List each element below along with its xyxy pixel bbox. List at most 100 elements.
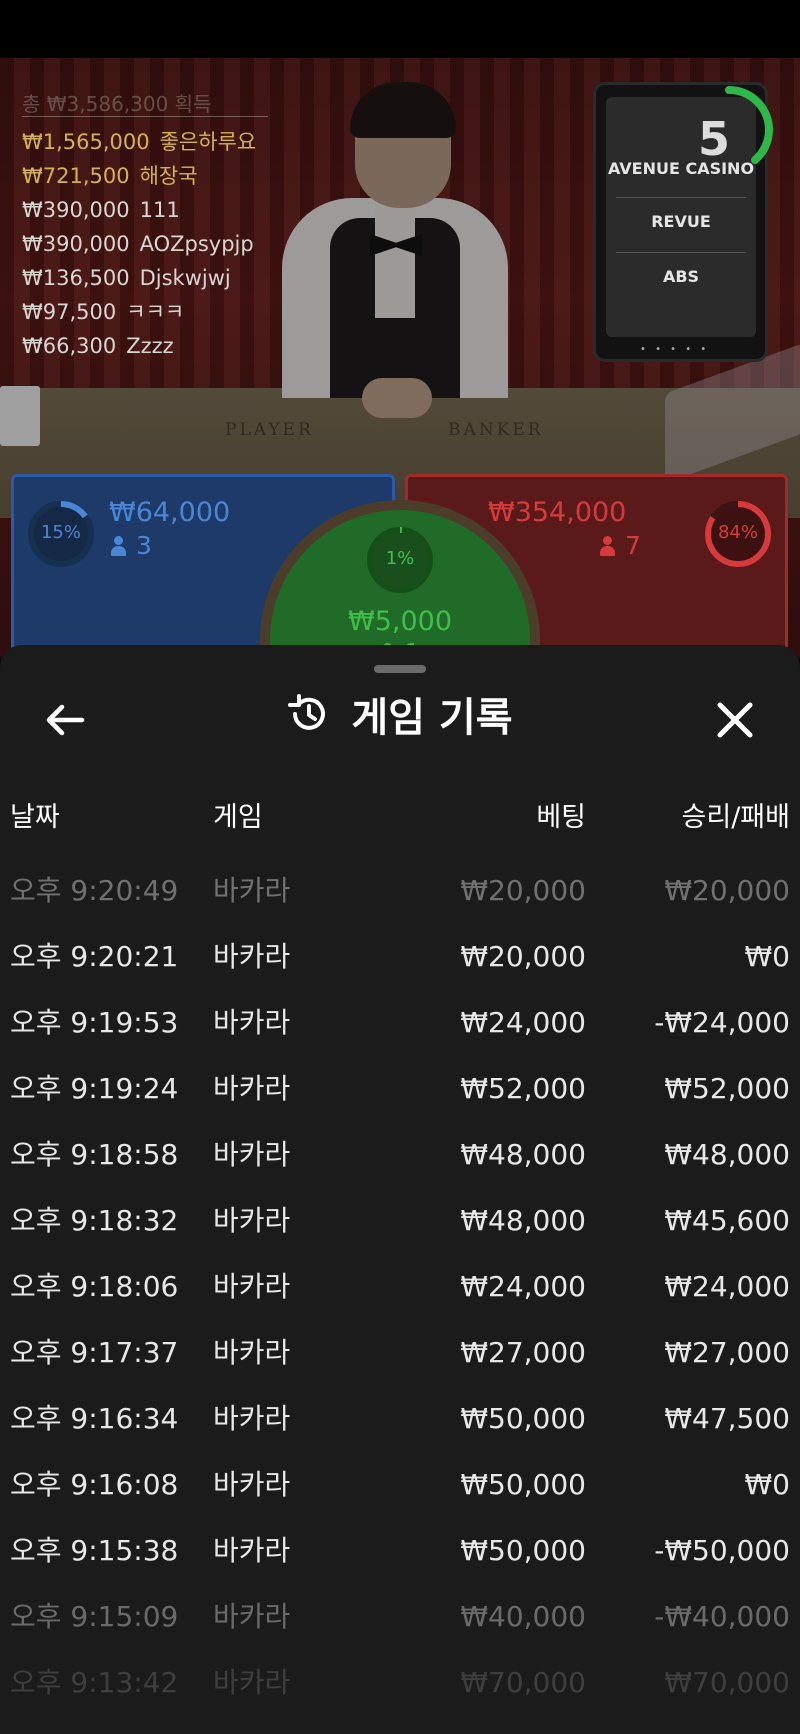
row-time: 오후 9:13:42 [10, 1666, 179, 1699]
winner-row: ₩390,000 AOZpsypjp [22, 227, 282, 261]
player-percent: 15% [40, 522, 81, 543]
winner-row: ₩97,500 ㅋㅋㅋ [22, 295, 282, 329]
row-time: 오후 9:18:32 [10, 1204, 179, 1237]
row-bet: ₩20,000 [460, 874, 586, 907]
sheet-header: 게임 기록 [0, 685, 800, 755]
row-result: -₩50,000 [654, 1534, 790, 1567]
row-game: 바카라 [213, 1468, 291, 1501]
row-result: ₩27,000 [664, 1336, 790, 1369]
history-row[interactable]: 오후 9:18:06 바카라 ₩24,000 ₩24,000 [0, 1254, 800, 1320]
history-row[interactable]: 오후 9:17:37 바카라 ₩27,000 ₩27,000 [0, 1320, 800, 1386]
winner-row: ₩136,500 Djskwjwj [22, 261, 282, 295]
row-game: 바카라 [213, 1138, 291, 1171]
row-time: 오후 9:18:58 [10, 1138, 179, 1171]
row-bet: ₩50,000 [460, 1468, 586, 1501]
row-game: 바카라 [213, 1006, 291, 1039]
row-time: 오후 9:16:34 [10, 1402, 179, 1435]
row-result: ₩20,000 [664, 874, 790, 907]
sponsor-logo-abs: ABS [662, 267, 700, 286]
history-list: 오후 9:20:49 바카라 ₩20,000 ₩20,000 오후 9:20:21 바카… [0, 858, 800, 1716]
sponsor-divider [616, 252, 746, 253]
row-result: ₩0 [744, 1468, 791, 1501]
status-bar [0, 0, 800, 58]
player-bettor-count: 3 [111, 531, 152, 560]
history-row[interactable]: 오후 9:18:58 바카라 ₩48,000 ₩48,000 [0, 1122, 800, 1188]
winner-name: AOZpsypjp [139, 232, 254, 256]
row-result: ₩24,000 [664, 1270, 790, 1303]
history-row[interactable]: 오후 9:20:21 바카라 ₩20,000 ₩0 [0, 924, 800, 990]
row-bet: ₩20,000 [460, 940, 586, 973]
winner-row: ₩390,000 111 [22, 193, 282, 227]
row-bet: ₩70,000 [460, 1666, 586, 1699]
winner-row: ₩721,500 해장국 [22, 159, 282, 193]
row-bet: ₩24,000 [460, 1006, 586, 1039]
history-row[interactable]: 오후 9:18:32 바카라 ₩48,000 ₩45,600 [0, 1188, 800, 1254]
user-icon [111, 536, 126, 556]
history-row[interactable]: 오후 9:16:34 바카라 ₩50,000 ₩47,500 [0, 1386, 800, 1452]
winners-list: 총 ₩3,586,300 획득 ₩1,565,000 좋은하루요 ₩721,500… [22, 88, 282, 363]
row-bet: ₩50,000 [460, 1534, 586, 1567]
winner-row: ₩1,565,000 좋은하루요 [22, 125, 282, 159]
round-timer: 5 [697, 112, 730, 166]
sheet-drag-handle[interactable] [374, 665, 426, 673]
sponsor-logo-revue: REVUE [651, 212, 711, 231]
row-result: ₩0 [744, 940, 791, 973]
history-row[interactable]: 오후 9:13:42 바카라 ₩70,000 ₩70,000 [0, 1650, 800, 1716]
row-game: 바카라 [213, 940, 291, 973]
history-row[interactable]: 오후 9:15:09 바카라 ₩40,000 -₩40,000 [0, 1584, 800, 1650]
row-time: 오후 9:15:38 [10, 1534, 179, 1567]
row-bet: ₩27,000 [460, 1336, 586, 1369]
winners-divider [22, 116, 268, 117]
history-row[interactable]: 오후 9:19:53 바카라 ₩24,000 -₩24,000 [0, 990, 800, 1056]
row-result: -₩24,000 [654, 1006, 790, 1039]
winner-amount: ₩97,500 [22, 300, 117, 324]
row-game: 바카라 [213, 1336, 291, 1369]
row-bet: ₩48,000 [460, 1204, 586, 1237]
row-time: 오후 9:19:24 [10, 1072, 179, 1105]
sponsor-page-dots: • • • • • [640, 344, 710, 355]
winner-amount: ₩136,500 [22, 266, 130, 290]
row-bet: ₩24,000 [460, 1270, 586, 1303]
history-row[interactable]: 오후 9:19:24 바카라 ₩52,000 ₩52,000 [0, 1056, 800, 1122]
banker-bettor-count: 7 [600, 531, 641, 560]
row-game: 바카라 [213, 1204, 291, 1237]
page-title: 게임 기록 [351, 695, 513, 741]
user-icon [600, 536, 615, 556]
row-game: 바카라 [213, 1534, 291, 1567]
history-row[interactable]: 오후 9:15:38 바카라 ₩50,000 -₩50,000 [0, 1518, 800, 1584]
column-header-bet: 베팅 [536, 802, 586, 833]
row-time: 오후 9:16:08 [10, 1468, 179, 1501]
row-game: 바카라 [213, 1270, 291, 1303]
winner-name: 111 [139, 198, 180, 222]
row-game: 바카라 [213, 1072, 291, 1105]
winner-name: 해장국 [139, 164, 198, 188]
row-bet: ₩48,000 [460, 1138, 586, 1171]
column-header-date: 날짜 [10, 802, 60, 833]
column-header-result: 승리/패배 [681, 802, 790, 833]
row-result: ₩45,600 [664, 1204, 790, 1237]
row-bet: ₩50,000 [460, 1402, 586, 1435]
tie-percent: 1% [385, 548, 415, 569]
winner-name: Djskwjwj [139, 266, 231, 290]
row-time: 오후 9:19:53 [10, 1006, 179, 1039]
history-row[interactable]: 오후 9:16:08 바카라 ₩50,000 ₩0 [0, 1452, 800, 1518]
row-time: 오후 9:17:37 [10, 1336, 179, 1369]
banker-count-value: 7 [625, 531, 641, 560]
close-icon[interactable] [710, 695, 760, 745]
row-time: 오후 9:20:49 [10, 874, 179, 907]
column-header-game: 게임 [213, 802, 263, 833]
row-time: 오후 9:18:06 [10, 1270, 179, 1303]
row-game: 바카라 [213, 1600, 291, 1633]
winner-name: Zzzz [126, 334, 174, 358]
banker-bet-amount: ₩354,000 [488, 497, 627, 528]
winner-name: ㅋㅋㅋ [126, 300, 185, 324]
row-result: -₩40,000 [654, 1600, 790, 1633]
row-time: 오후 9:15:09 [10, 1600, 179, 1633]
history-row[interactable]: 오후 9:20:49 바카라 ₩20,000 ₩20,000 [0, 858, 800, 924]
winner-row: ₩66,300 Zzzz [22, 329, 282, 363]
row-time: 오후 9:20:21 [10, 940, 179, 973]
game-history-sheet: 게임 기록 날짜 게임 베팅 승리/패배 오후 9:20:49 바카라 ₩20,00… [0, 645, 800, 1734]
winner-amount: ₩390,000 [22, 232, 130, 256]
total-winnings: 총 ₩3,586,300 획득 [22, 92, 212, 116]
history-icon [288, 694, 326, 730]
